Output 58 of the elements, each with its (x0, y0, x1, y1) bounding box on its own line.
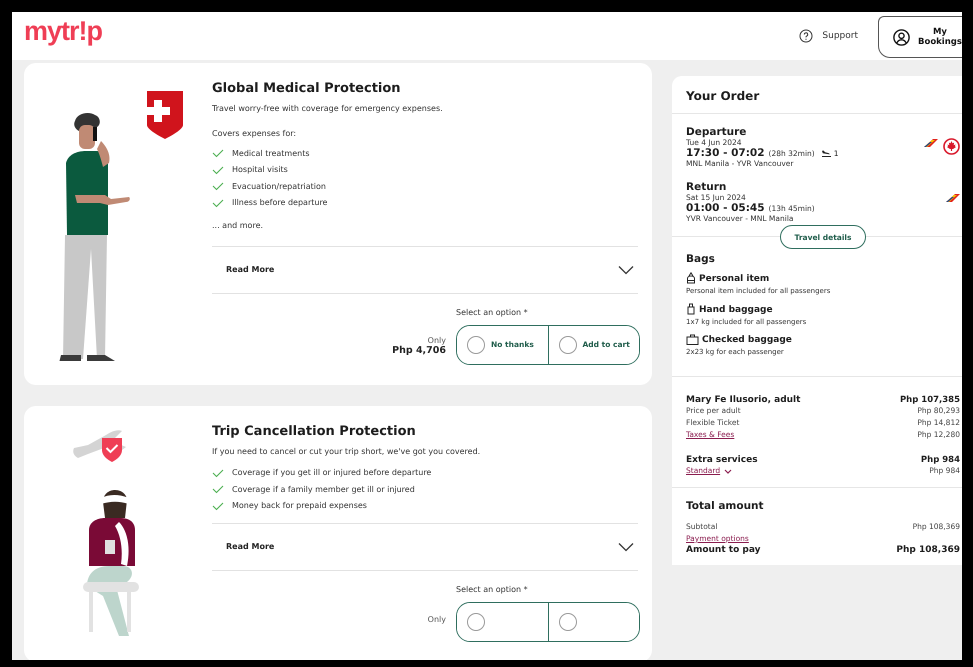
product-title: Trip Cancellation Protection (212, 424, 417, 438)
check-icon (212, 181, 224, 191)
feature-text: Evacuation/repatriation (232, 182, 326, 190)
feature-text: Coverage if a family member get ill or injured (232, 484, 415, 494)
check-icon (212, 484, 224, 494)
stripe-logo-icon (924, 138, 938, 147)
bag-name: Personal item (699, 274, 770, 284)
read-more-toggle[interactable]: Read More (212, 246, 638, 294)
section-title: Total amount (686, 500, 765, 512)
suitcase-icon (686, 303, 696, 315)
coverage-intro: Covers expenses for: (212, 129, 298, 138)
price-amount: Php 984 (920, 455, 960, 465)
chevron-down-icon (618, 542, 634, 552)
logo[interactable]: mytr!p (24, 16, 102, 46)
product-title: Global Medical Protection (212, 81, 402, 96)
bag-name: Checked baggage (702, 335, 792, 345)
price-amount: Php 108,369 (896, 545, 960, 555)
check-icon (212, 198, 224, 208)
extras-title: Extra services (686, 455, 758, 465)
feature-text: Illness before departure (232, 198, 328, 207)
check-icon (212, 148, 224, 158)
price-label: Only (428, 336, 446, 344)
option-button[interactable] (548, 602, 639, 640)
feature-text: Medical treatments (232, 148, 310, 158)
chevron-down-icon (724, 468, 732, 474)
luggage-icon (686, 334, 699, 345)
section-title: Bags (686, 253, 716, 265)
product-description: Travel worry-free with coverage for emergency expenses. (212, 104, 444, 113)
flight-times: 17:30 - 07:02 (686, 147, 765, 159)
price-amount: Php 107,385 (900, 395, 960, 405)
support-link[interactable]: Support (799, 29, 858, 43)
select-label: Select an option * (456, 584, 529, 594)
landing-icon (822, 150, 831, 156)
price-label: Only (428, 614, 446, 624)
check-icon (212, 164, 224, 174)
help-icon (799, 29, 814, 43)
more-text: ... and more. (212, 220, 264, 230)
bag-name: Hand baggage (699, 305, 773, 315)
feature-text: Money back for prepaid expenses (232, 501, 367, 510)
my-bookings-button[interactable]: My Bookings (878, 16, 962, 58)
read-more-toggle[interactable]: Read More (212, 522, 638, 570)
backpack-icon (686, 272, 696, 284)
check-icon (212, 468, 224, 478)
flight-label: Return (686, 181, 728, 193)
product-description: If you need to cancel or cut your trip short, we've got you covered. (212, 446, 482, 456)
chevron-down-icon (618, 264, 634, 274)
user-icon (893, 28, 910, 46)
price-label: Amount to pay (686, 545, 761, 555)
feature-text: Coverage if you get ill or injured before departure (232, 468, 432, 477)
check-icon (212, 500, 224, 510)
stripe-logo-icon (946, 193, 960, 202)
flight-times: 01:00 - 05:45 (686, 202, 765, 214)
select-label: Select an option * (456, 308, 529, 316)
passenger-name: Mary Fe Ilusorio, adult (686, 395, 800, 405)
flight-label: Departure (686, 126, 748, 138)
price: Php 4,706 (392, 344, 446, 356)
order-title: Your Order (672, 76, 962, 114)
feature-text: Hospital visits (232, 165, 288, 174)
